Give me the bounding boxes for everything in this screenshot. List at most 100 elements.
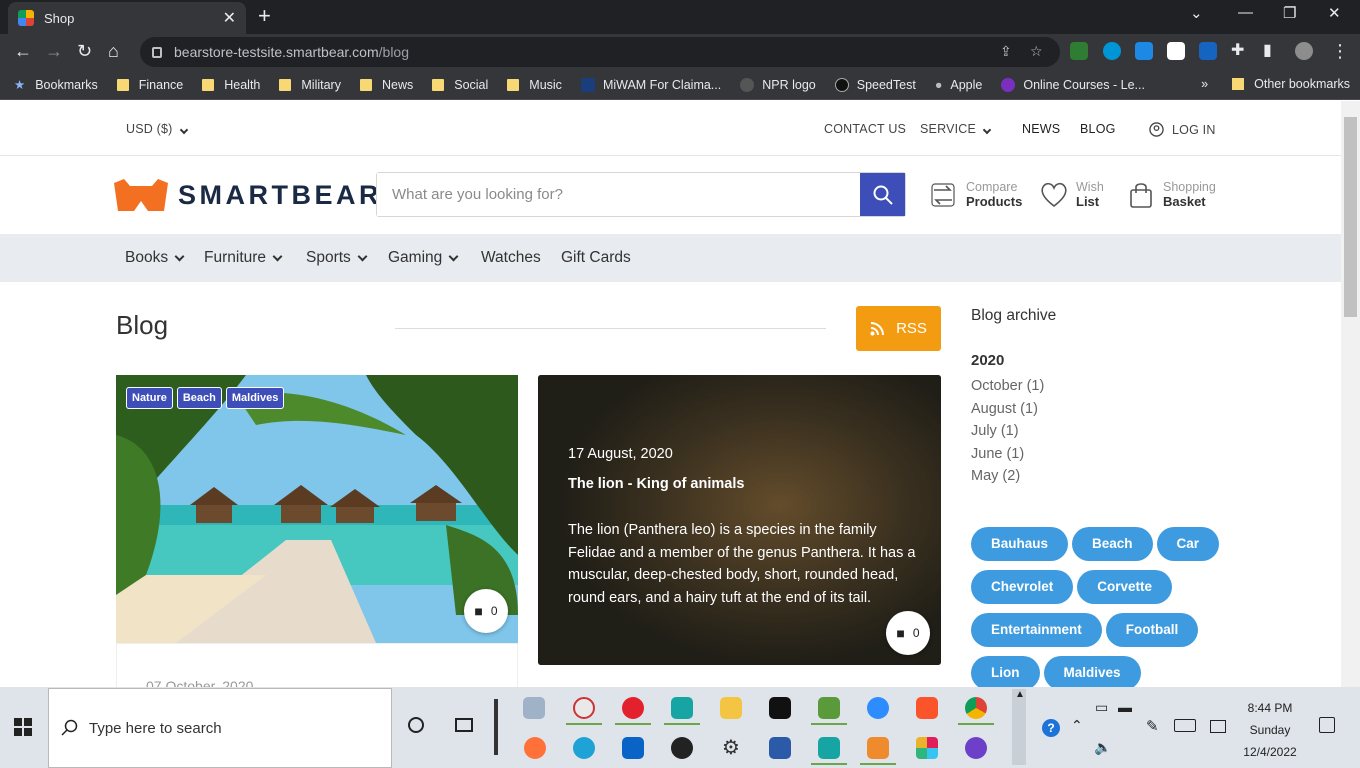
bookmark-folder[interactable]: Finance bbox=[116, 78, 183, 92]
tag-badge[interactable]: Nature bbox=[126, 387, 173, 409]
bookmark-folder[interactable]: Music bbox=[507, 78, 562, 92]
firefox-icon[interactable] bbox=[524, 737, 546, 759]
cloud-extension-icon[interactable] bbox=[1167, 42, 1185, 60]
bookmark-item[interactable]: ★ Bookmarks bbox=[14, 77, 98, 93]
app-icon-monitor[interactable] bbox=[523, 697, 545, 719]
tag-pill[interactable]: Football bbox=[1105, 613, 1199, 647]
hp-extension-icon[interactable] bbox=[1103, 42, 1121, 60]
tag-pill[interactable]: Car bbox=[1156, 527, 1220, 561]
rss-button[interactable]: RSS bbox=[856, 306, 941, 351]
tag-pill[interactable]: Bauhaus bbox=[971, 527, 1069, 561]
nav-sports[interactable]: Sports bbox=[306, 249, 368, 267]
extension-a-icon[interactable] bbox=[1135, 42, 1153, 60]
bookmark-item[interactable]: NPR logo bbox=[740, 77, 816, 92]
file-explorer-icon[interactable] bbox=[720, 697, 742, 719]
comment-count[interactable]: ■ 0 bbox=[464, 589, 508, 633]
tag-pill[interactable]: Lion bbox=[971, 656, 1040, 687]
share-icon[interactable]: ⇪ bbox=[1000, 43, 1012, 60]
app-icon-teal[interactable] bbox=[671, 697, 693, 719]
battery-icon[interactable]: ▬ bbox=[1118, 699, 1132, 715]
cortana-icon[interactable] bbox=[408, 717, 424, 733]
taskbar-scroll[interactable] bbox=[1012, 689, 1026, 765]
scrollbar-thumb[interactable] bbox=[1344, 117, 1357, 317]
close-tab-icon[interactable]: ✕ bbox=[223, 8, 236, 28]
settings-gear-icon[interactable]: ⚙ bbox=[720, 737, 742, 759]
tag-badge[interactable]: Beach bbox=[176, 387, 222, 409]
tag-pill[interactable]: Corvette bbox=[1077, 570, 1173, 604]
archive-month-link[interactable]: July (1) bbox=[971, 420, 1044, 443]
bookmark-folder[interactable]: Social bbox=[432, 78, 488, 92]
extensions-puzzle-icon[interactable]: ✚ bbox=[1231, 41, 1244, 61]
archive-month-link[interactable]: August (1) bbox=[971, 398, 1044, 421]
tag-pill[interactable]: Chevrolet bbox=[971, 570, 1074, 604]
currency-selector[interactable]: USD ($) bbox=[126, 122, 188, 136]
post-card-lion[interactable]: 17 August, 2020 The lion - King of anima… bbox=[538, 375, 941, 665]
nav-furniture[interactable]: Furniture bbox=[204, 249, 283, 267]
new-tab-icon[interactable]: + bbox=[258, 5, 271, 27]
nav-gaming[interactable]: Gaming bbox=[388, 249, 459, 267]
post-title[interactable]: The lion - King of animals bbox=[568, 476, 744, 492]
bookmark-item[interactable]: MiWAM For Claima... bbox=[580, 77, 721, 92]
app-icon-clock[interactable] bbox=[573, 697, 595, 719]
bookmark-folder[interactable]: Military bbox=[279, 78, 341, 92]
display-icon[interactable] bbox=[1210, 720, 1226, 733]
brave-icon[interactable] bbox=[916, 697, 938, 719]
app-icon-teal-2[interactable] bbox=[818, 737, 840, 759]
service-menu[interactable]: SERVICE bbox=[920, 122, 992, 136]
minimize-icon[interactable]: — bbox=[1238, 4, 1253, 21]
nav-gift-cards[interactable]: Gift Cards bbox=[561, 249, 631, 267]
system-clock[interactable]: 8:44 PM Sunday 12/4/2022 bbox=[1232, 697, 1308, 763]
profile-avatar[interactable] bbox=[1295, 42, 1313, 60]
show-hidden-icons-chevron[interactable]: ⌃ bbox=[1071, 717, 1083, 734]
archive-month-link[interactable]: June (1) bbox=[971, 443, 1044, 466]
wish-list[interactable]: Wish List bbox=[1040, 180, 1104, 209]
obs-icon[interactable] bbox=[671, 737, 693, 759]
reload-icon[interactable]: ↻ bbox=[77, 41, 92, 61]
address-bar[interactable]: bearstore-testsite.smartbear.com/blog ⇪ … bbox=[140, 37, 1060, 67]
zoom-icon[interactable] bbox=[867, 697, 889, 719]
shopping-basket[interactable]: Shopping Basket bbox=[1128, 180, 1216, 209]
extension-check-icon[interactable] bbox=[1070, 42, 1088, 60]
archive-year[interactable]: 2020 bbox=[971, 352, 1004, 369]
forward-icon[interactable]: → bbox=[45, 41, 63, 61]
home-icon[interactable]: ⌂ bbox=[108, 41, 119, 61]
tag-badge[interactable]: Maldives bbox=[225, 387, 285, 409]
news-link[interactable]: NEWS bbox=[1022, 122, 1060, 136]
comment-count[interactable]: ■ 0 bbox=[886, 611, 930, 655]
slack-icon[interactable] bbox=[916, 737, 938, 759]
archive-month-link[interactable]: October (1) bbox=[971, 375, 1044, 398]
more-bookmarks-chevron[interactable]: » bbox=[1201, 77, 1208, 91]
login-link[interactable]: LOG IN bbox=[1149, 122, 1216, 137]
bookmark-folder[interactable]: Health bbox=[202, 78, 260, 92]
browser-tab[interactable]: Shop ✕ bbox=[8, 2, 246, 34]
tag-pill[interactable]: Entertainment bbox=[971, 613, 1102, 647]
task-view-icon[interactable] bbox=[455, 718, 473, 732]
contact-us-link[interactable]: CONTACT US bbox=[824, 122, 906, 136]
edge-icon[interactable] bbox=[573, 737, 595, 759]
windows-start-icon[interactable] bbox=[14, 718, 32, 736]
outlook-icon[interactable] bbox=[622, 737, 644, 759]
pen-icon[interactable]: ✎ bbox=[1146, 717, 1159, 735]
tag-pill[interactable]: Beach bbox=[1072, 527, 1153, 561]
help-icon[interactable]: ? bbox=[1042, 719, 1060, 737]
powershell-icon[interactable] bbox=[769, 737, 791, 759]
chrome-menu-icon[interactable]: ⋮ bbox=[1331, 41, 1349, 61]
terminal-icon[interactable] bbox=[769, 697, 791, 719]
extension-n-icon[interactable] bbox=[1199, 42, 1217, 60]
bookmark-item[interactable]: Online Courses - Le... bbox=[1001, 77, 1145, 92]
touch-keyboard-icon[interactable] bbox=[1174, 719, 1196, 732]
other-bookmarks[interactable]: Other bookmarks bbox=[1254, 77, 1350, 91]
taskbar-scroll-up-icon[interactable]: ▲ bbox=[1015, 689, 1025, 700]
taskbar-search[interactable]: Type here to search bbox=[48, 688, 392, 768]
meet-now-icon[interactable]: ▭ bbox=[1095, 699, 1108, 716]
smartbear-logo[interactable]: SMARTBEAR bbox=[114, 179, 382, 211]
close-window-icon[interactable]: ✕ bbox=[1328, 4, 1341, 22]
restore-icon[interactable]: ❐ bbox=[1283, 4, 1296, 22]
compare-products[interactable]: Compare Products bbox=[930, 180, 1022, 209]
archive-month-link[interactable]: May (2) bbox=[971, 465, 1044, 488]
back-icon[interactable]: ← bbox=[14, 41, 32, 61]
chrome-icon[interactable] bbox=[965, 697, 987, 719]
bookmark-item[interactable]: SpeedTest bbox=[834, 77, 916, 92]
opera-icon[interactable] bbox=[622, 697, 644, 719]
search-input[interactable] bbox=[377, 173, 860, 216]
